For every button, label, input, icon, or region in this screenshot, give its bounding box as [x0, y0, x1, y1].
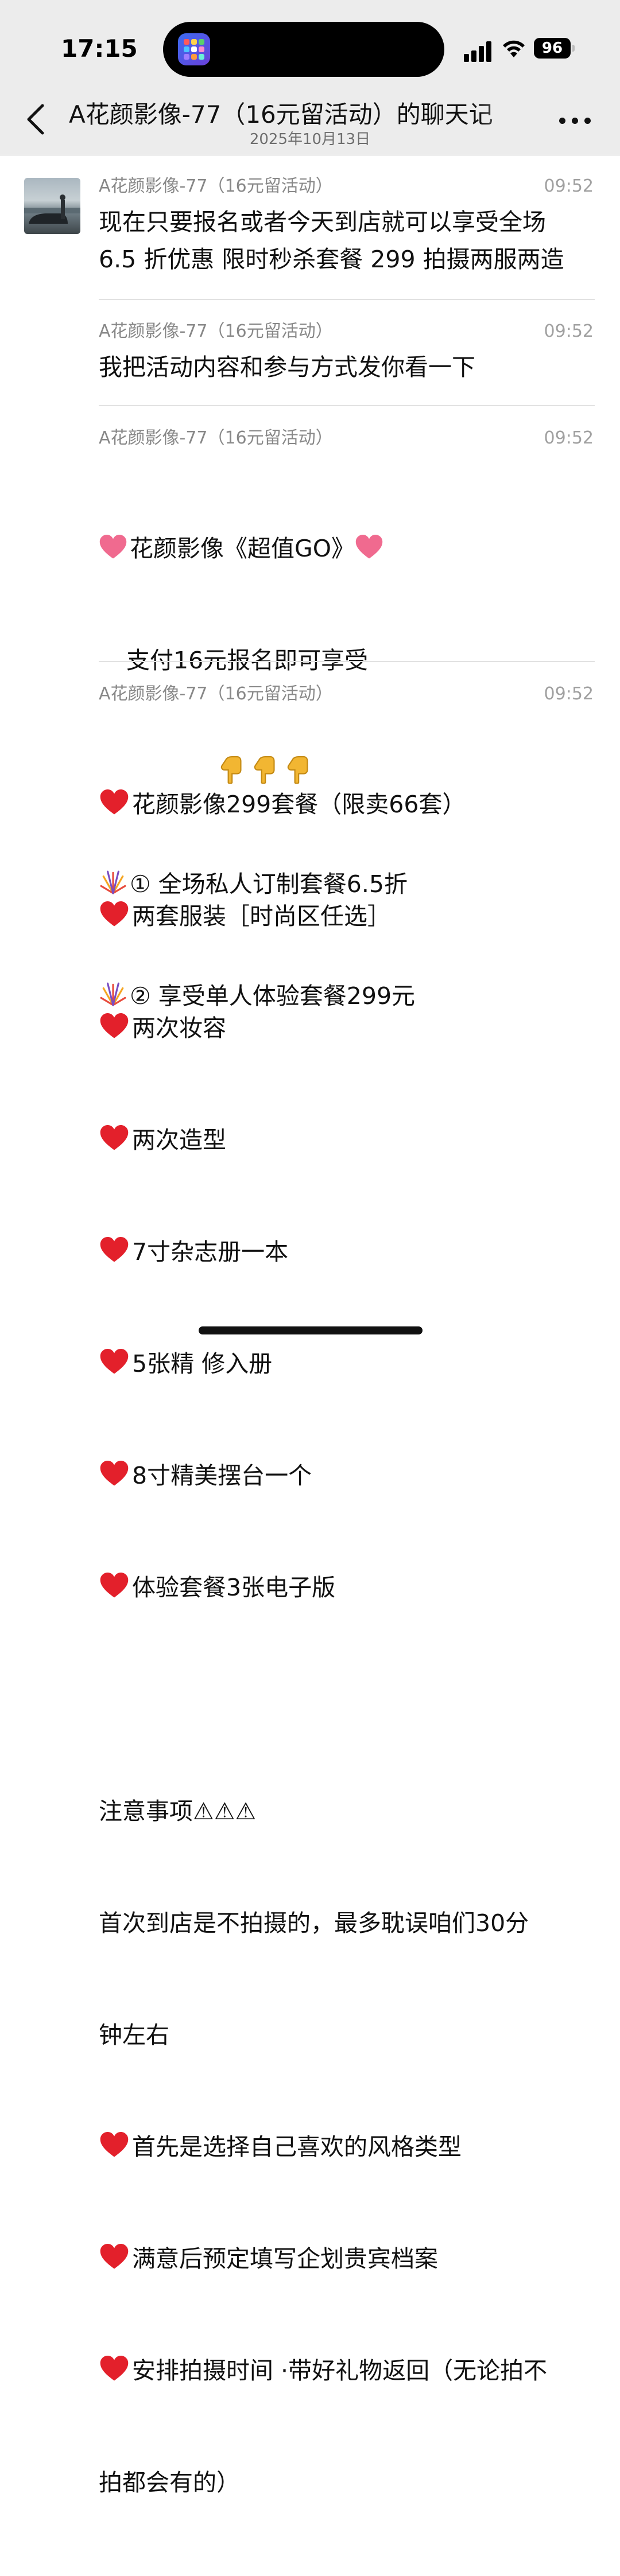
- red-heart-icon: [99, 1237, 130, 1263]
- red-heart-icon: [99, 2356, 130, 2382]
- message-body: 我把活动内容和参与方式发你看一下: [99, 349, 595, 386]
- message-sender: A花颜影像-77（16元留活动） 09:52: [99, 683, 595, 706]
- wifi-icon: [503, 40, 525, 57]
- red-heart-icon: [99, 901, 130, 928]
- message-line: 花颜影像299套餐（限卖66套）: [99, 786, 595, 823]
- message-line: 体验套餐3张电子版: [99, 1569, 595, 1606]
- dynamic-island: [163, 22, 444, 77]
- message-line: 注意事项⚠⚠⚠: [99, 1797, 257, 1825]
- message-divider: [99, 661, 595, 662]
- chat-title: A花颜影像-77（16元留活动）的聊天记: [69, 100, 493, 129]
- chat-message[interactable]: A花颜影像-77（16元留活动） 09:52 现在只要报名或者今天到店就可以享受…: [99, 175, 595, 278]
- line-text: 花颜影像299套餐（限卖66套）: [132, 791, 466, 818]
- message-line: 5张精 修入册: [99, 1345, 595, 1383]
- cellular-signal-icon: [464, 39, 495, 62]
- red-heart-icon: [99, 2132, 130, 2158]
- red-heart-icon: [99, 1013, 130, 1040]
- message-line: 满意后预定填写企划贵宾档案: [99, 2240, 595, 2278]
- red-heart-icon: [99, 1349, 130, 1375]
- line-text: 满意后预定填写企划贵宾档案: [132, 2245, 438, 2273]
- message-line: 8寸精美摆台一个: [99, 1457, 595, 1495]
- message-time: 09:52: [544, 321, 594, 341]
- app-grid-icon: [178, 33, 210, 65]
- chat-message[interactable]: A花颜影像-77（16元留活动） 09:52 花颜影像299套餐（限卖66套） …: [99, 683, 595, 2576]
- navigation-bar: 17:15 96 A花颜影像-77（16元留活动）的聊天记 2025年10月13…: [0, 0, 620, 155]
- message-line: 花颜影像《超值GO》: [99, 530, 595, 567]
- red-heart-icon: [99, 2244, 130, 2270]
- line-text: 首先是选择自己喜欢的风格类型: [132, 2133, 462, 2161]
- message-line: 两次妆容: [99, 1010, 595, 1047]
- red-heart-icon: [99, 1125, 130, 1151]
- line-text: 5张精 修入册: [132, 1350, 273, 1378]
- message-line: 6.5 折优惠 限时秒杀套餐 299 拍摄两服两造: [99, 246, 564, 273]
- battery-indicator: 96: [534, 38, 571, 59]
- message-sender: A花颜影像-77（16元留活动） 09:52: [99, 175, 595, 198]
- message-line: 现在只要报名或者今天到店就可以享受全场: [99, 208, 546, 236]
- message-body: 花颜影像299套餐（限卖66套） 两套服装［时尚区任选］ 两次妆容 两次造型 7…: [99, 711, 595, 2576]
- line-text: 花颜影像《超值GO》: [130, 535, 355, 562]
- line-text: 7寸杂志册一本: [132, 1238, 289, 1266]
- message-line: 我把活动内容和参与方式发你看一下: [99, 353, 475, 381]
- status-time: 17:15: [61, 34, 138, 63]
- chat-date: 2025年10月13日: [249, 131, 371, 148]
- line-text: 两套服装［时尚区任选］: [132, 902, 391, 930]
- message-line: 拍都会有的）: [99, 2469, 240, 2496]
- message-line: 安排拍摄时间 ·带好礼物返回（无论拍不: [99, 2352, 595, 2390]
- pink-heart-icon: [355, 535, 383, 560]
- message-line: 首先是选择自己喜欢的风格类型: [99, 2128, 595, 2166]
- line-text: 两次妆容: [132, 1014, 226, 1042]
- message-time: 09:52: [544, 176, 594, 196]
- sender-name: A花颜影像-77（16元留活动）: [99, 684, 333, 704]
- line-text: 8寸精美摆台一个: [132, 1462, 312, 1489]
- line-text: 两次造型: [132, 1126, 226, 1154]
- home-indicator[interactable]: [199, 1326, 423, 1334]
- message-line: 两次造型: [99, 1122, 595, 1159]
- line-text: 体验套餐3张电子版: [132, 1574, 336, 1601]
- sender-name: A花颜影像-77（16元留活动）: [99, 428, 333, 448]
- line-text: 安排拍摄时间 ·带好礼物返回（无论拍不: [132, 2357, 548, 2384]
- sender-name: A花颜影像-77（16元留活动）: [99, 176, 333, 196]
- message-sender: A花颜影像-77（16元留活动） 09:52: [99, 320, 595, 343]
- red-heart-icon: [99, 1461, 130, 1487]
- more-options-icon[interactable]: [559, 118, 591, 124]
- red-heart-icon: [99, 789, 130, 816]
- battery-cap: [572, 45, 575, 52]
- sender-name: A花颜影像-77（16元留活动）: [99, 321, 333, 341]
- message-sender: A花颜影像-77（16元留活动） 09:52: [99, 427, 595, 450]
- message-line: 两套服装［时尚区任选］: [99, 898, 595, 935]
- message-line: 7寸杂志册一本: [99, 1233, 595, 1271]
- red-heart-icon: [99, 1573, 130, 1599]
- message-time: 09:52: [544, 428, 594, 448]
- pink-heart-icon: [99, 535, 127, 560]
- message-line: 首次到店是不拍摄的，最多耽误咱们30分: [99, 1909, 529, 1937]
- message-divider: [99, 299, 595, 300]
- message-divider: [99, 405, 595, 406]
- message-body: 现在只要报名或者今天到店就可以享受全场 6.5 折优惠 限时秒杀套餐 299 拍摄…: [99, 204, 595, 278]
- message-time: 09:52: [544, 684, 594, 704]
- message-line: 钟左右: [99, 2021, 169, 2049]
- avatar[interactable]: [24, 178, 80, 234]
- chat-message[interactable]: A花颜影像-77（16元留活动） 09:52 我把活动内容和参与方式发你看一下: [99, 320, 595, 386]
